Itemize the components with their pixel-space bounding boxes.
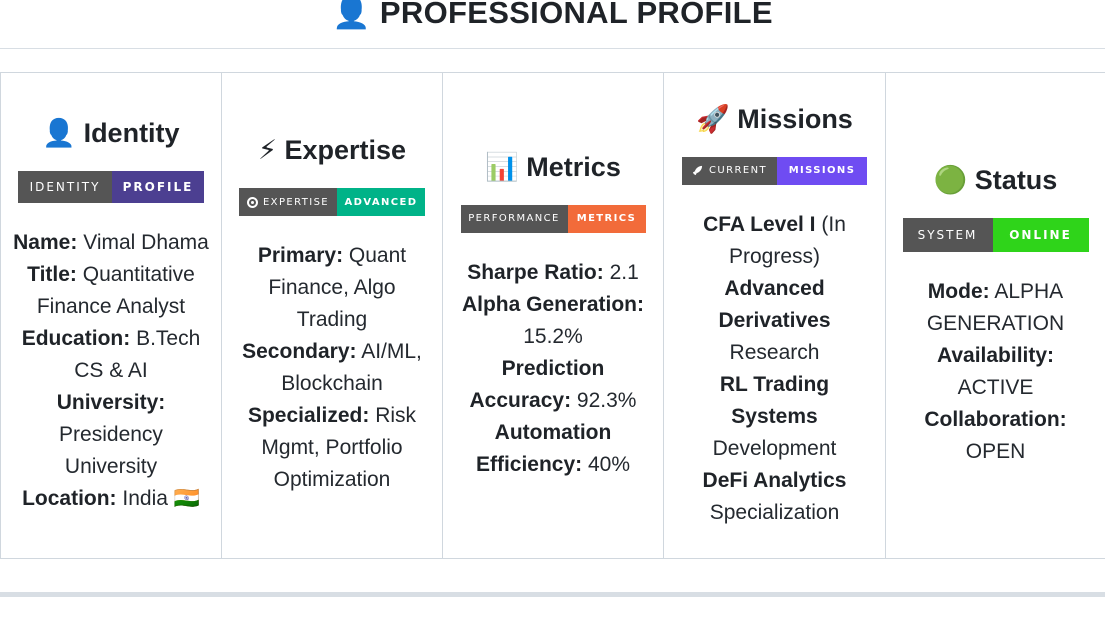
status-collaboration: Collaboration: OPEN [924,407,1067,463]
page-title-text: PROFESSIONAL PROFILE [379,0,773,30]
expertise-advanced-badge: EXPERTISE ADVANCED [239,188,425,216]
badge-left-label: CURRENT [682,156,777,185]
expertise-details: Primary: Quant Finance, Algo Trading Sec… [234,240,430,496]
missions-list: CFA Level I (In Progress) Advanced Deriv… [680,209,870,529]
badge-right-label: MISSIONS [777,156,867,185]
status-column: 🟢 Status SYSTEM ONLINE Mode: ALPHA GENER… [885,73,1105,558]
current-missions-badge: CURRENT MISSIONS [682,156,867,185]
status-mode: Mode: ALPHA GENERATION [926,279,1065,335]
metrics-column: 📊 Metrics PERFORMANCE METRICS Sharpe Rat… [442,73,663,558]
bottom-divider [0,592,1105,597]
status-details: Mode: ALPHA GENERATION Availability: ACT… [901,276,1091,468]
mission-item: Advanced Derivatives Research [718,276,831,364]
rocket-icon: 🚀 [696,103,730,135]
metric-prediction-accuracy: Prediction Accuracy: 92.3% [469,356,637,412]
badge-right-label: METRICS [567,204,646,233]
performance-metrics-badge: PERFORMANCE METRICS [460,204,646,233]
mission-item: CFA Level I (In Progress) [703,212,846,268]
expertise-heading: ⚡ Expertise [257,135,407,166]
status-heading: 🟢 Status [933,164,1058,196]
identity-university: University: Presidency University [56,390,166,478]
profile-table: 👤 Identity IDENTITY PROFILE Name: Vimal … [0,72,1105,559]
identity-location: Location: India 🇮🇳 [22,486,200,510]
expertise-column: ⚡ Expertise EXPERTISE ADVANCED Primary: … [221,73,442,558]
identity-name: Name: Vimal Dhama [13,230,209,254]
badge-left-label: PERFORMANCE [460,204,568,233]
person-icon: 👤 [42,117,77,149]
badge-right-label: ONLINE [992,217,1089,252]
person-icon: 👤 [332,0,371,31]
mission-item: RL Trading Systems Development [712,372,837,460]
badge-left-label: EXPERTISE [239,188,337,216]
metric-sharpe-ratio: Sharpe Ratio: 2.1 [467,260,639,284]
identity-column: 👤 Identity IDENTITY PROFILE Name: Vimal … [0,73,221,558]
identity-heading: 👤 Identity [42,117,180,149]
lightning-icon: ⚡ [257,135,277,166]
identity-education: Education: B.Tech CS & AI [21,326,201,382]
badge-left-label: IDENTITY [18,170,112,203]
mission-item: DeFi Analytics Specialization [702,468,847,524]
expertise-specialized: Specialized: Risk Mgmt, Portfolio Optimi… [247,404,417,491]
missions-heading: 🚀 Missions [696,103,853,135]
expertise-secondary: Secondary: AI/ML, Blockchain [242,340,422,395]
status-availability: Availability: ACTIVE [936,343,1055,399]
badge-left-label: SYSTEM [902,217,993,252]
bar-chart-icon: 📊 [485,151,519,183]
missions-column: 🚀 Missions CURRENT MISSIONS CFA Level I … [663,73,885,558]
rocket-icon [692,165,703,176]
metrics-details: Sharpe Ratio: 2.1 Alpha Generation: 15.2… [451,257,656,481]
metric-automation-efficiency: Automation Efficiency: 40% [475,420,631,476]
identity-profile-badge: IDENTITY PROFILE [18,170,204,203]
green-circle-icon: 🟢 [933,164,968,196]
identity-details: Name: Vimal Dhama Title: Quantitative Fi… [11,227,211,515]
badge-right-label: PROFILE [112,170,204,203]
metric-alpha-generation: Alpha Generation: 15.2% [461,292,645,348]
expertise-primary: Primary: Quant Finance, Algo Trading [257,244,407,331]
page-title: 👤 PROFESSIONAL PROFILE [0,0,1105,31]
identity-title: Title: Quantitative Finance Analyst [27,262,195,318]
gear-icon [246,196,258,208]
badge-right-label: ADVANCED [337,188,425,216]
metrics-heading: 📊 Metrics [485,151,621,183]
system-online-badge: SYSTEM ONLINE [902,217,1089,252]
title-divider [0,48,1105,49]
